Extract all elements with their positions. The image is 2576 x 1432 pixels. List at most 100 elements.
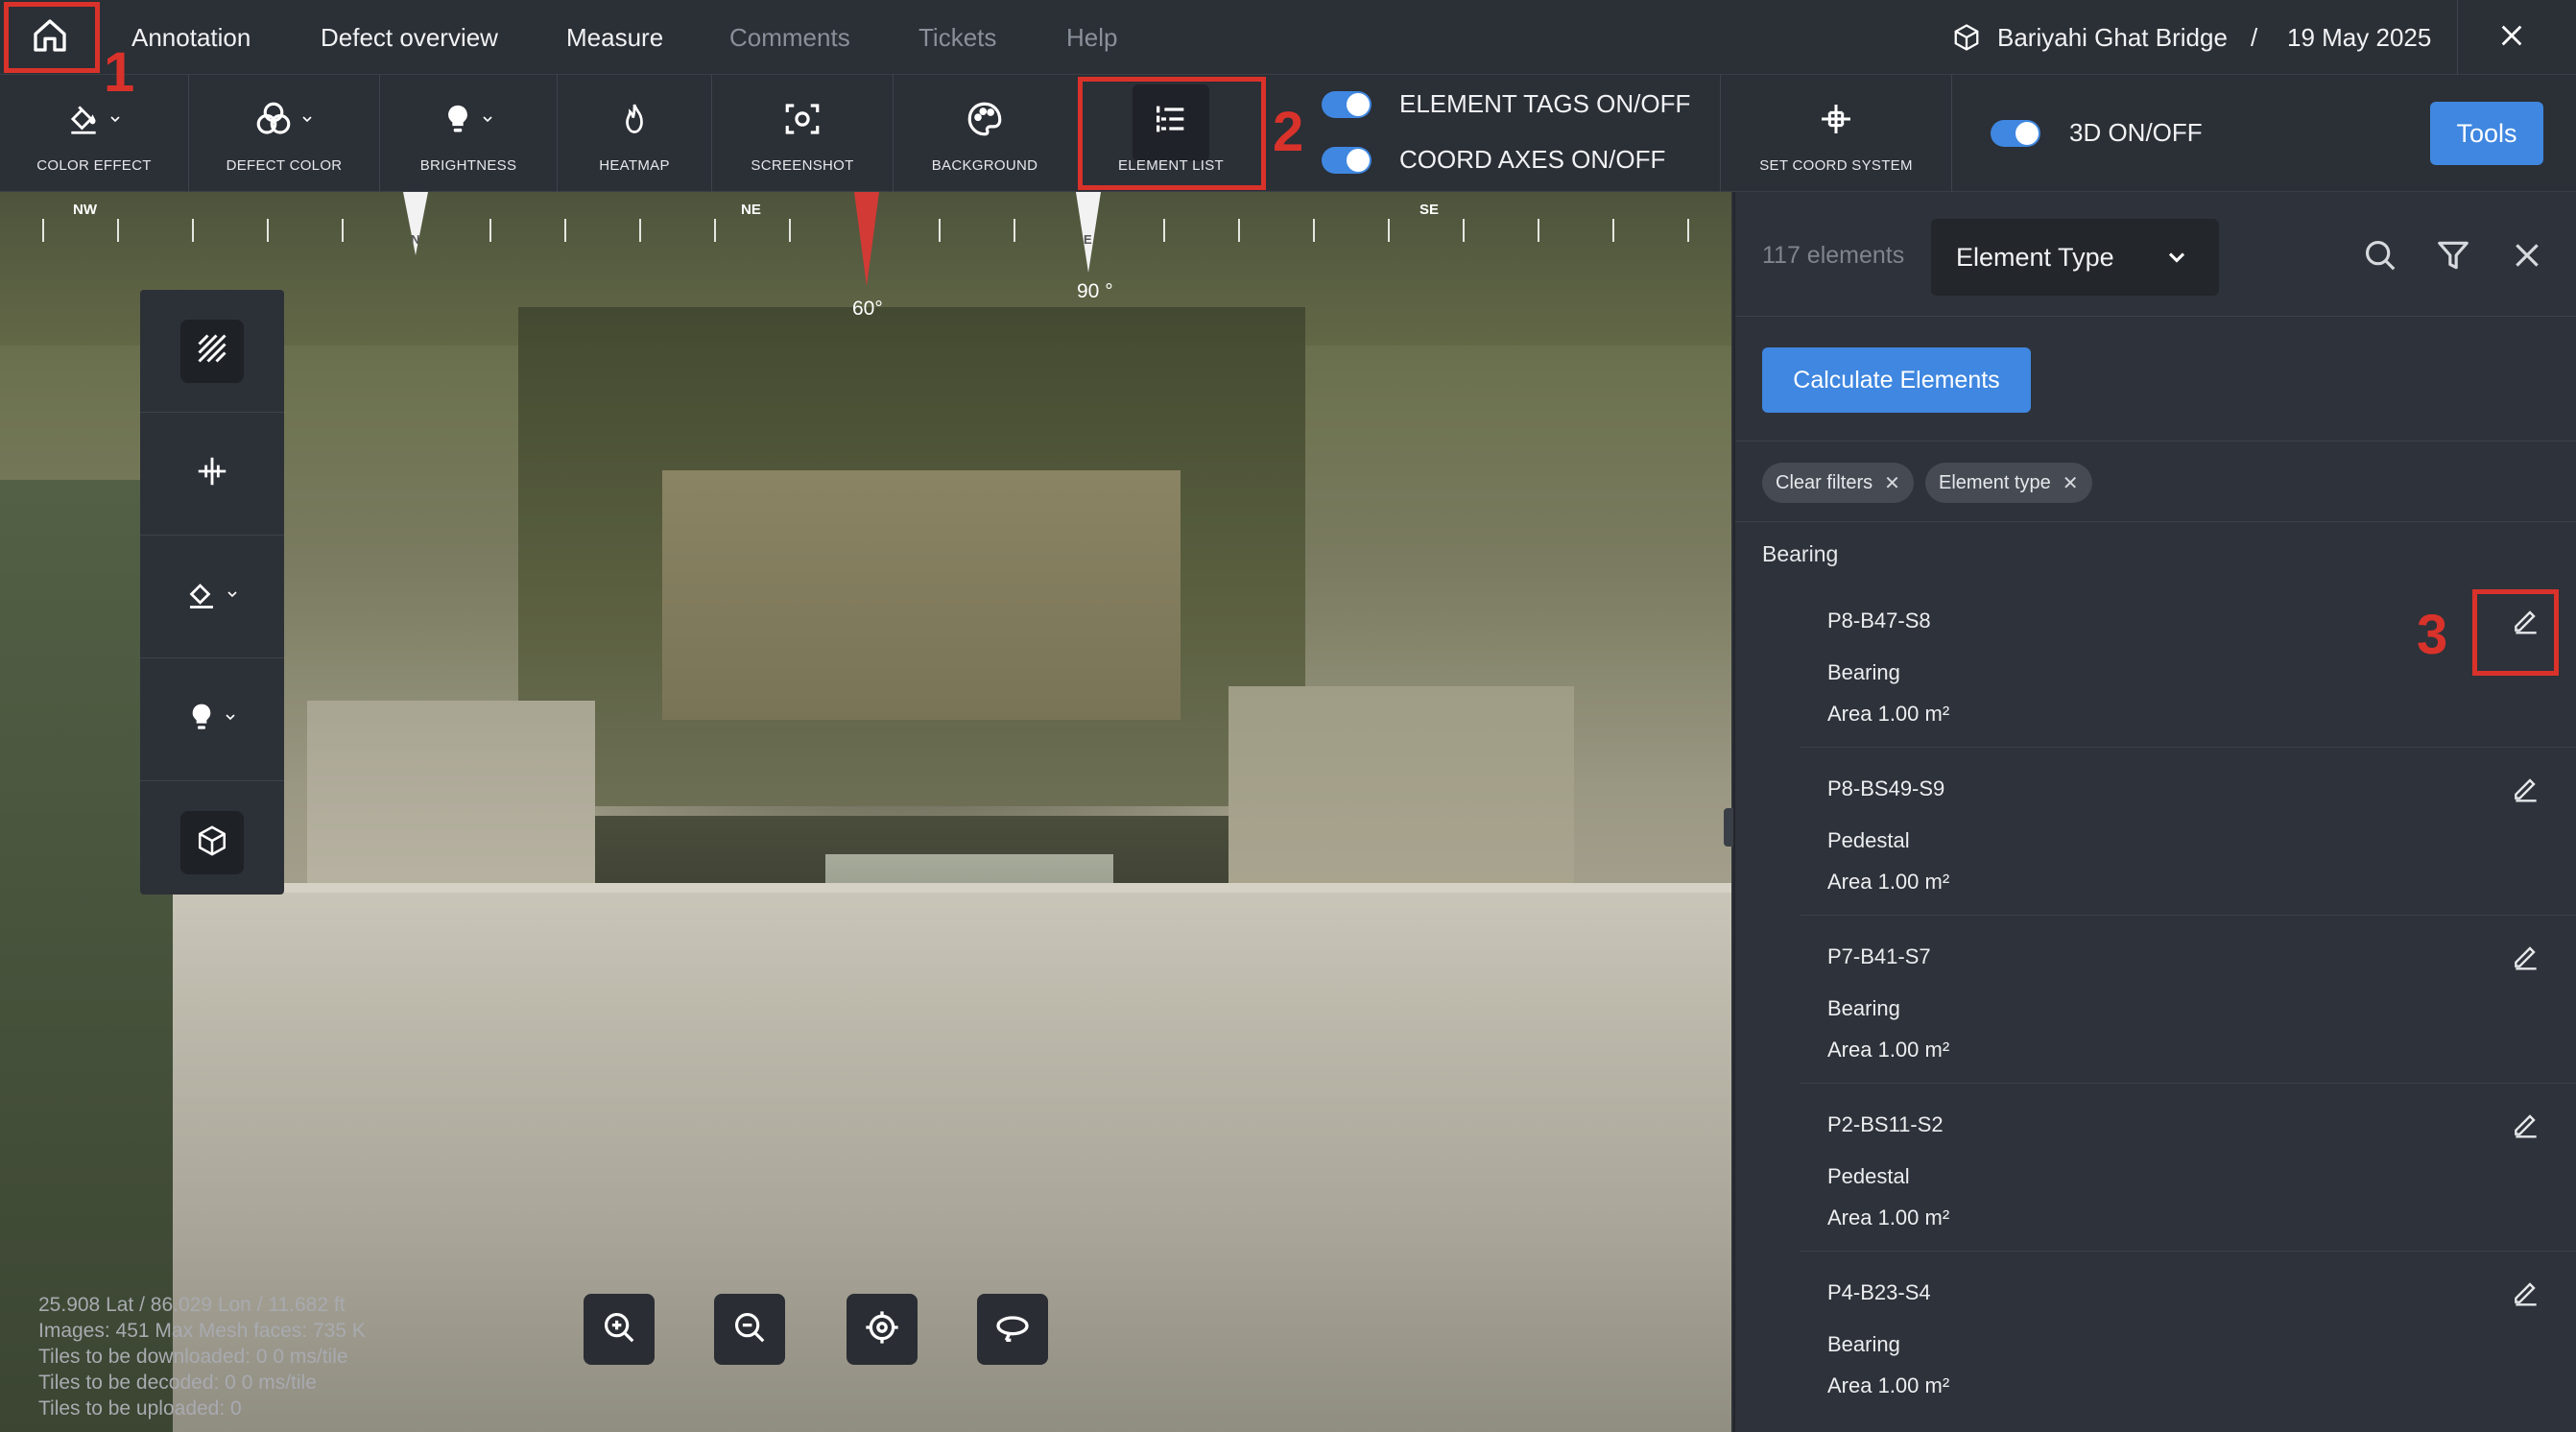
stats-tiles-uploaded: Tiles to be uploaded: 0 bbox=[38, 1397, 242, 1420]
threed-toggle[interactable] bbox=[1991, 120, 2040, 147]
view-cube-button[interactable] bbox=[140, 781, 284, 904]
tool-element-list[interactable]: ELEMENT LIST bbox=[1076, 75, 1266, 192]
element-card[interactable]: P8-BS49-S9 Pedestal Area 1.00 m² bbox=[1801, 748, 2576, 916]
element-id: P8-B47-S8 bbox=[1827, 609, 1931, 632]
group-title: Bearing bbox=[1762, 541, 1839, 566]
filter-icon bbox=[2435, 237, 2471, 278]
element-area: Area 1.00 m² bbox=[1827, 870, 1950, 894]
tool-brightness[interactable]: BRIGHTNESS bbox=[380, 75, 557, 192]
element-card[interactable]: P7-B41-S7 Bearing Area 1.00 m² bbox=[1801, 916, 2576, 1084]
pencil-icon bbox=[2511, 605, 2541, 640]
texture-toggle-button[interactable] bbox=[140, 290, 284, 413]
coord-axes-label: COORD AXES ON/OFF bbox=[1399, 145, 1666, 174]
zoom-in-button[interactable] bbox=[584, 1294, 655, 1365]
chevron-down-icon bbox=[107, 111, 123, 131]
chip-label: Element type bbox=[1939, 471, 2051, 493]
color-effect-side-button[interactable] bbox=[140, 536, 284, 658]
element-area: Area 1.00 m² bbox=[1827, 702, 1950, 726]
element-card[interactable]: P4-B23-S4 Bearing Area 1.00 m² bbox=[1801, 1252, 2576, 1420]
hatch-icon bbox=[195, 331, 229, 370]
element-type: Bearing bbox=[1827, 996, 1900, 1020]
chip-label: Clear filters bbox=[1776, 471, 1873, 493]
search-icon bbox=[2362, 237, 2398, 278]
chip-clear-filters[interactable]: Clear filters ✕ bbox=[1762, 463, 1914, 503]
recenter-button[interactable] bbox=[847, 1294, 918, 1365]
element-list-panel: 117 elements Element Type Calculate Elem… bbox=[1733, 192, 2576, 1432]
element-type: Bearing bbox=[1827, 660, 1900, 684]
tool-color-effect[interactable]: COLOR EFFECT bbox=[0, 75, 188, 192]
orbit-button[interactable] bbox=[977, 1294, 1048, 1365]
chip-element-type[interactable]: Element type ✕ bbox=[1925, 463, 2092, 503]
tool-heatmap[interactable]: HEATMAP bbox=[558, 75, 711, 192]
project-date: 19 May 2025 bbox=[2287, 23, 2432, 52]
tool-defect-color[interactable]: DEFECT COLOR bbox=[189, 75, 379, 192]
element-area: Area 1.00 m² bbox=[1827, 1373, 1950, 1397]
list-icon bbox=[1150, 100, 1192, 143]
chip-close-icon[interactable]: ✕ bbox=[2063, 471, 2079, 495]
color-circles-icon bbox=[253, 99, 294, 144]
view-tools-panel bbox=[140, 290, 284, 895]
edit-element-button[interactable] bbox=[2507, 771, 2545, 809]
bulb-icon bbox=[441, 101, 474, 142]
tool-label: BRIGHTNESS bbox=[419, 157, 517, 174]
annotation-number: 1 bbox=[104, 41, 135, 104]
paint-bucket-icon bbox=[184, 577, 219, 616]
home-button[interactable] bbox=[0, 0, 100, 75]
brightness-side-button[interactable] bbox=[140, 658, 284, 781]
bulb-icon bbox=[186, 700, 217, 739]
nav-measure[interactable]: Measure bbox=[566, 0, 663, 75]
palette-icon bbox=[965, 99, 1005, 144]
zoom-in-icon bbox=[601, 1309, 637, 1350]
pencil-icon bbox=[2511, 1109, 2541, 1144]
annotation-number: 3 bbox=[2417, 604, 2448, 666]
tool-label: HEATMAP bbox=[599, 157, 670, 174]
tool-background[interactable]: BACKGROUND bbox=[894, 75, 1076, 192]
close-panel-button[interactable] bbox=[2506, 236, 2548, 278]
axes-button[interactable] bbox=[140, 413, 284, 536]
chevron-down-icon bbox=[480, 111, 495, 131]
paint-bucket-icon bbox=[65, 101, 102, 142]
search-button[interactable] bbox=[2359, 236, 2401, 278]
chip-close-icon[interactable]: ✕ bbox=[1884, 471, 1900, 495]
element-tags-toggle[interactable] bbox=[1322, 91, 1371, 118]
filter-button[interactable] bbox=[2432, 236, 2474, 278]
tool-set-coord-system[interactable]: SET COORD SYSTEM bbox=[1721, 75, 1951, 192]
nav-defect-overview[interactable]: Defect overview bbox=[321, 0, 498, 75]
element-id: P7-B41-S7 bbox=[1827, 944, 1931, 968]
threed-label: 3D ON/OFF bbox=[2069, 118, 2203, 147]
close-viewer-button[interactable] bbox=[2492, 17, 2532, 58]
element-card[interactable]: P2-BS11-S2 Pedestal Area 1.00 m² bbox=[1801, 1084, 2576, 1252]
pencil-icon bbox=[2511, 773, 2541, 808]
target-icon bbox=[863, 1308, 901, 1351]
nav-help[interactable]: Help bbox=[1066, 0, 1117, 75]
element-count: 117 elements bbox=[1762, 242, 1905, 269]
nav-tickets[interactable]: Tickets bbox=[918, 0, 996, 75]
zoom-out-icon bbox=[731, 1309, 768, 1350]
nav-comments[interactable]: Comments bbox=[729, 0, 850, 75]
calculate-section: Calculate Elements bbox=[1735, 317, 2576, 442]
home-icon bbox=[31, 16, 69, 60]
element-list-header: 117 elements Element Type bbox=[1735, 192, 2576, 317]
top-nav-bar: Annotation Defect overview Measure Comme… bbox=[0, 0, 2576, 75]
edit-element-button[interactable] bbox=[2507, 939, 2545, 977]
calculate-elements-button[interactable]: Calculate Elements bbox=[1762, 347, 2031, 413]
element-type: Bearing bbox=[1827, 1332, 1900, 1356]
edit-element-button[interactable] bbox=[2507, 603, 2545, 641]
edit-element-button[interactable] bbox=[2507, 1107, 2545, 1145]
element-type: Pedestal bbox=[1827, 1164, 1910, 1188]
group-by-select[interactable]: Element Type bbox=[1931, 219, 2219, 296]
tool-screenshot[interactable]: SCREENSHOT bbox=[712, 75, 893, 192]
tool-label: SET COORD SYSTEM bbox=[1759, 157, 1913, 174]
element-id: P8-BS49-S9 bbox=[1827, 776, 1945, 800]
close-icon bbox=[2512, 240, 2542, 275]
element-card[interactable]: P8-B47-S8 Bearing Area 1.00 m² bbox=[1801, 580, 2576, 748]
edit-element-button[interactable] bbox=[2507, 1275, 2545, 1313]
nav-annotation[interactable]: Annotation bbox=[131, 0, 250, 75]
tools-button[interactable]: Tools bbox=[2430, 102, 2543, 165]
toolbar-divider bbox=[1951, 75, 1952, 192]
cube-icon bbox=[196, 824, 228, 862]
tool-label: ELEMENT LIST bbox=[1117, 157, 1225, 174]
close-icon bbox=[2498, 22, 2525, 54]
zoom-out-button[interactable] bbox=[714, 1294, 785, 1365]
coord-axes-toggle[interactable] bbox=[1322, 147, 1371, 174]
